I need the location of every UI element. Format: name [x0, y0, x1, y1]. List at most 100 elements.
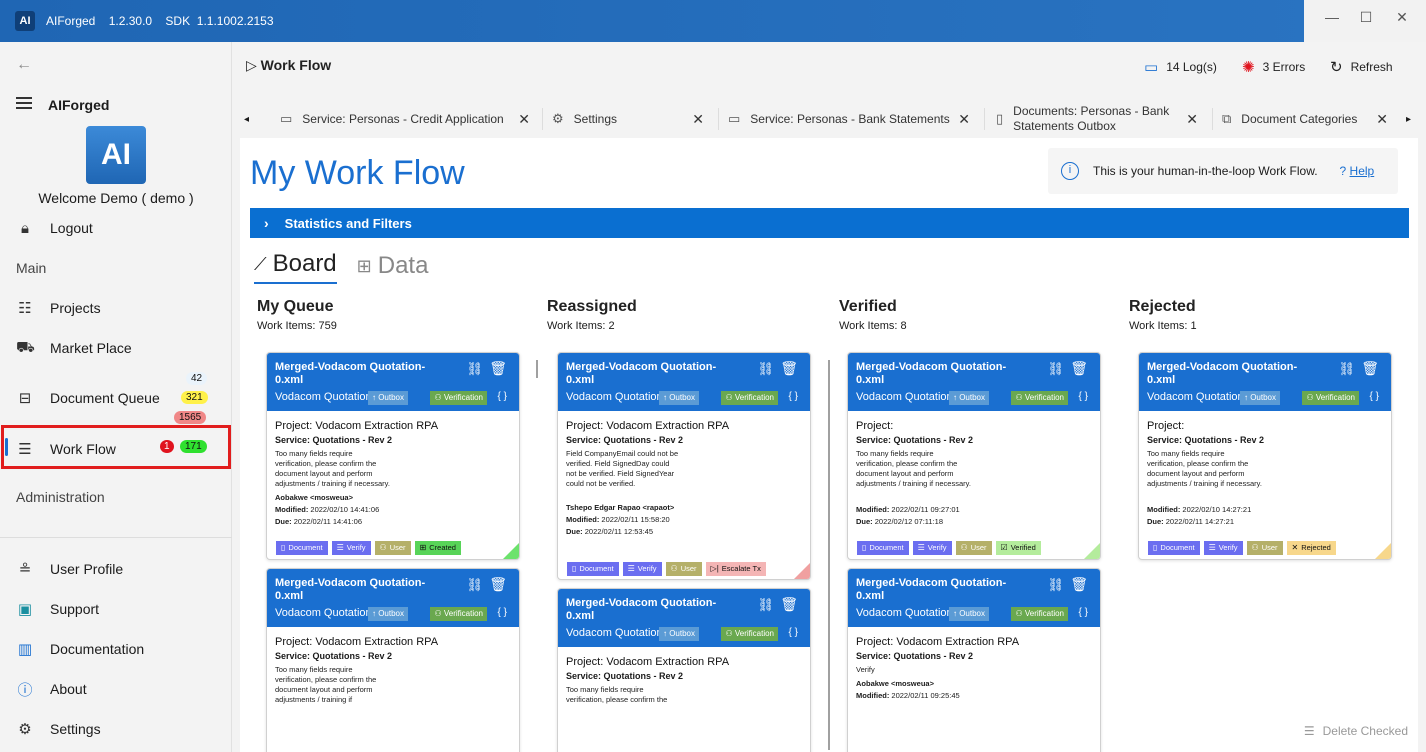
outbox-chip: ↑ Outbox — [367, 607, 408, 621]
user-button[interactable]: ⚇ User — [1246, 541, 1283, 555]
hamburger-menu-icon[interactable] — [16, 97, 32, 112]
delete-checked-button[interactable]: ☰ Delete Checked — [1304, 724, 1408, 738]
verify-button[interactable]: ☰ Verify — [622, 562, 662, 576]
work-item-card[interactable]: Merged-Vodacom Quotation-0.xml Vodacom Q… — [1138, 352, 1392, 560]
document-button[interactable]: ▯ Document — [276, 541, 328, 555]
card-title: Merged-Vodacom Quotation-0.xml — [566, 597, 717, 622]
link-icon[interactable]: ⛓ — [1047, 361, 1064, 377]
back-arrow-icon[interactable]: ← — [16, 56, 32, 74]
user-button[interactable]: ⚇ User — [665, 562, 702, 576]
card-modified: Modified: 2022/02/11 09:25:45 — [856, 691, 1092, 700]
sidebar-item-about[interactable]: ⓘ About — [0, 671, 232, 707]
work-item-card[interactable]: Merged-Vodacom Quotation-0.xml Vodacom Q… — [557, 352, 811, 580]
trash-icon[interactable]: 🗑︎ — [780, 360, 798, 377]
sidebar-item-logout[interactable]: 🔒︎ Logout — [0, 210, 232, 246]
work-item-card[interactable]: Merged-Vodacom Quotation-0.xml Vodacom Q… — [847, 352, 1101, 560]
column-scrollbar[interactable] — [828, 360, 830, 750]
tab-close-icon[interactable]: ✕ — [692, 111, 704, 128]
card-body: Project: Service: Quotations - Rev 2 Too… — [848, 411, 1100, 526]
info-banner: i This is your human-in-the-loop Work Fl… — [1048, 148, 1398, 194]
due-label: Due: — [275, 517, 292, 526]
sidebar-item-support[interactable]: ▣ Support — [0, 591, 232, 627]
json-braces[interactable]: { } — [789, 391, 798, 402]
card-actions: ▯ Document ☰ Verify ⚇ User ⊞ Created — [276, 541, 465, 555]
link-icon[interactable]: ⛓ — [757, 361, 774, 377]
json-braces[interactable]: { } — [1079, 391, 1088, 402]
work-item-card[interactable]: Merged-Vodacom Quotation-0.xml Vodacom Q… — [266, 352, 520, 560]
link-icon[interactable]: ⛓ — [466, 577, 483, 593]
user-icon: ⚇ — [670, 564, 678, 573]
work-item-card[interactable]: Merged-Vodacom Quotation-0.xml Vodacom Q… — [266, 568, 520, 752]
column-rejected: Rejected Work Items: 1 — [1129, 298, 1399, 332]
link-icon[interactable]: ⛓ — [466, 361, 483, 377]
document-icon: ▯ — [1153, 543, 1158, 552]
document-button[interactable]: ▯ Document — [857, 541, 909, 555]
logs-button[interactable]: ▭ 14 Log(s) — [1144, 58, 1217, 76]
maximize-icon[interactable]: ☐ — [1356, 8, 1376, 26]
tab-close-icon[interactable]: ✕ — [1186, 111, 1198, 128]
sidebar-item-projects[interactable]: ☷ Projects — [0, 290, 232, 326]
card-header: Merged-Vodacom Quotation-0.xml Vodacom Q… — [267, 353, 519, 411]
help-link[interactable]: ? Help — [1340, 164, 1375, 178]
verify-button[interactable]: ☰ Verify — [912, 541, 952, 555]
tab-label: Settings — [573, 112, 618, 126]
statistics-and-filters-expander[interactable]: › Statistics and Filters — [250, 208, 1409, 238]
minimize-icon[interactable]: — — [1322, 8, 1342, 26]
tab-settings[interactable]: ⚙ Settings ✕ — [552, 104, 704, 134]
info-icon: i — [1061, 162, 1079, 180]
trash-icon[interactable]: 🗑︎ — [1361, 360, 1379, 377]
list-delete-icon: ☰ — [1303, 724, 1315, 738]
refresh-button[interactable]: ↻ Refresh — [1330, 58, 1393, 76]
user-button[interactable]: ⚇ User — [374, 541, 411, 555]
trash-icon[interactable]: 🗑︎ — [489, 576, 507, 593]
trash-icon[interactable]: 🗑︎ — [780, 596, 798, 613]
card-due: Due: 2022/02/12 07:11:18 — [856, 517, 1092, 526]
sidebar-item-settings[interactable]: ⚙ Settings — [0, 711, 232, 747]
sidebar-item-market-place[interactable]: ⛟ Market Place — [0, 330, 232, 366]
column-count: Work Items: 8 — [839, 320, 907, 332]
errors-button[interactable]: ✺ 3 Errors — [1242, 58, 1305, 76]
sidebar-item-documentation[interactable]: ▥ Documentation — [0, 631, 232, 667]
sidebar: ← AIForged AI Welcome Demo ( demo ) 🔒︎ Lo… — [0, 42, 232, 752]
json-braces[interactable]: { } — [789, 627, 798, 638]
dq-badge-count: 42 — [186, 372, 208, 385]
sidebar-item-user-profile[interactable]: ≗ User Profile — [0, 551, 232, 587]
app-title: AIForged — [46, 14, 96, 28]
trash-icon[interactable]: 🗑︎ — [489, 360, 507, 377]
tab-board[interactable]: ⟋ Board — [254, 248, 337, 284]
tab-scroll-right-icon[interactable]: ▸ — [1406, 114, 1411, 125]
column-scrollbar[interactable] — [536, 360, 538, 378]
card-project: Project: Vodacom Extraction RPA — [566, 656, 730, 668]
tab-close-icon[interactable]: ✕ — [518, 111, 530, 128]
link-icon[interactable]: ⛓ — [1047, 577, 1064, 593]
work-item-card[interactable]: Merged-Vodacom Quotation-0.xml Vodacom Q… — [557, 588, 811, 752]
tab-scroll-left-icon[interactable]: ◂ — [244, 114, 249, 125]
link-icon[interactable]: ⛓ — [1338, 361, 1355, 377]
user-button[interactable]: ⚇ User — [955, 541, 992, 555]
statistics-label: Statistics and Filters — [284, 215, 412, 231]
tab-data[interactable]: ⊞ Data — [357, 248, 429, 284]
tab-credit-application[interactable]: ▭ Service: Personas - Credit Application … — [280, 104, 530, 134]
chip-label: Verification — [734, 629, 774, 638]
trash-icon[interactable]: 🗑︎ — [1070, 576, 1088, 593]
tab-close-icon[interactable]: ✕ — [958, 111, 970, 128]
json-braces[interactable]: { } — [1370, 391, 1379, 402]
json-braces[interactable]: { } — [1079, 607, 1088, 618]
close-icon[interactable]: ✕ — [1392, 8, 1412, 26]
card-subtitle: Vodacom Quotation — [856, 607, 953, 619]
verify-button[interactable]: ☰ Verify — [331, 541, 371, 555]
tab-bank-statements[interactable]: ▭ Service: Personas - Bank Statements ✕ — [728, 104, 970, 134]
work-item-card[interactable]: Merged-Vodacom Quotation-0.xml Vodacom Q… — [847, 568, 1101, 752]
json-braces[interactable]: { } — [498, 607, 507, 618]
tab-document-categories[interactable]: ⧉ Document Categories ✕ — [1222, 104, 1388, 134]
json-braces[interactable]: { } — [498, 391, 507, 402]
link-icon[interactable]: ⛓ — [757, 597, 774, 613]
column-verified: Verified Work Items: 8 — [839, 298, 1109, 332]
document-button[interactable]: ▯ Document — [567, 562, 619, 576]
document-button[interactable]: ▯ Document — [1148, 541, 1200, 555]
tab-close-icon[interactable]: ✕ — [1376, 111, 1388, 128]
verify-button[interactable]: ☰ Verify — [1203, 541, 1243, 555]
tab-bank-statements-outbox[interactable]: ▯ Documents: Personas - Bank Statements O… — [996, 104, 1198, 134]
trash-icon[interactable]: 🗑︎ — [1070, 360, 1088, 377]
list-icon: ☰ — [627, 564, 635, 573]
